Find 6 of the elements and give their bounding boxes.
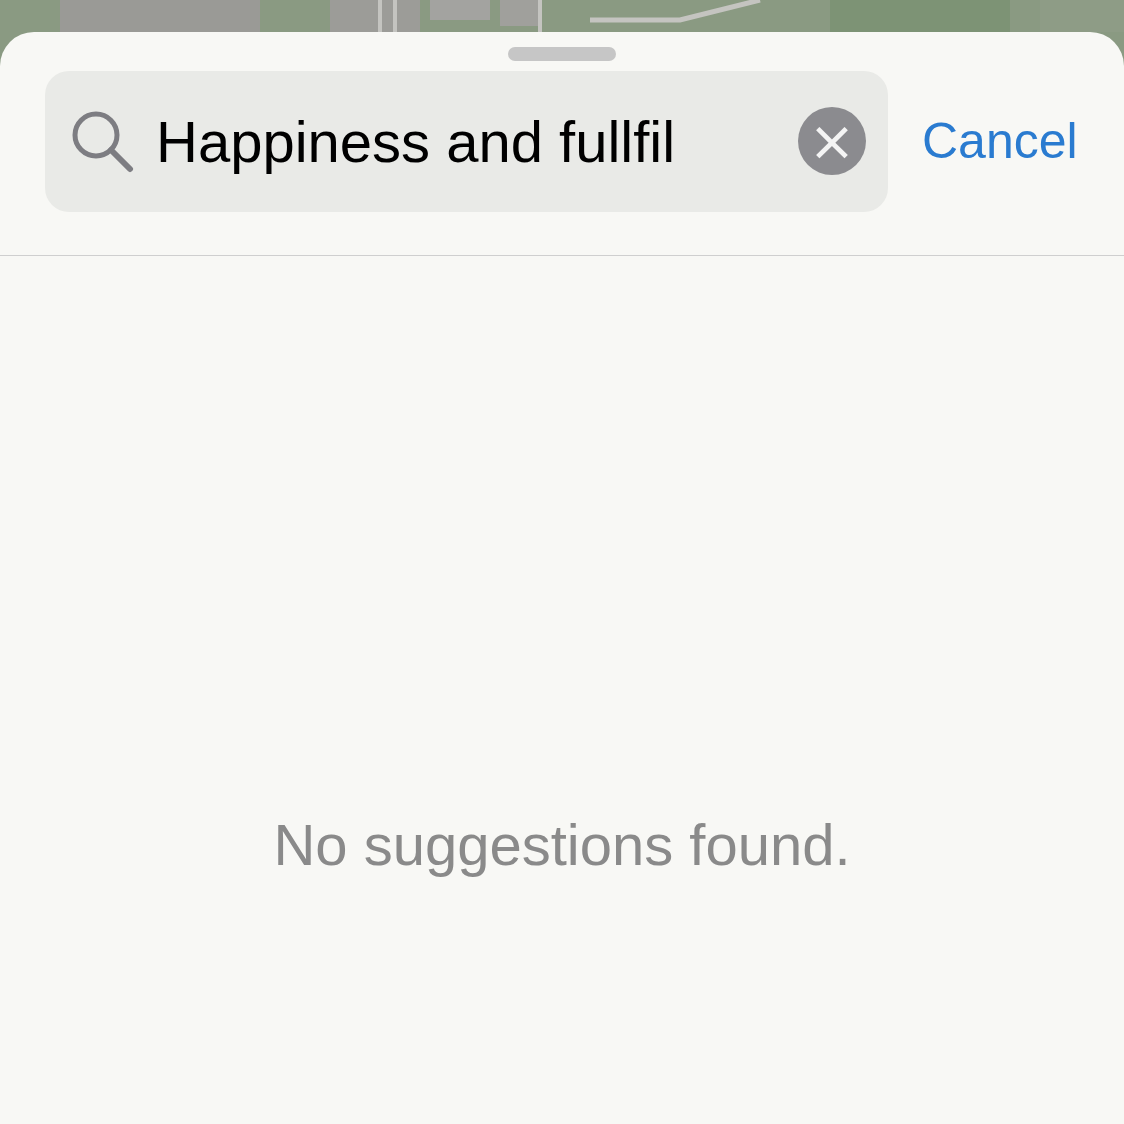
clear-button[interactable]: ×	[798, 107, 866, 175]
cancel-link[interactable]: Cancel	[922, 112, 1078, 170]
search-icon	[70, 109, 134, 173]
empty-message: No suggestions found.	[273, 811, 851, 878]
sheet-grabber[interactable]	[508, 47, 616, 61]
search-field[interactable]: Happiness and fullfil ×	[45, 70, 888, 212]
